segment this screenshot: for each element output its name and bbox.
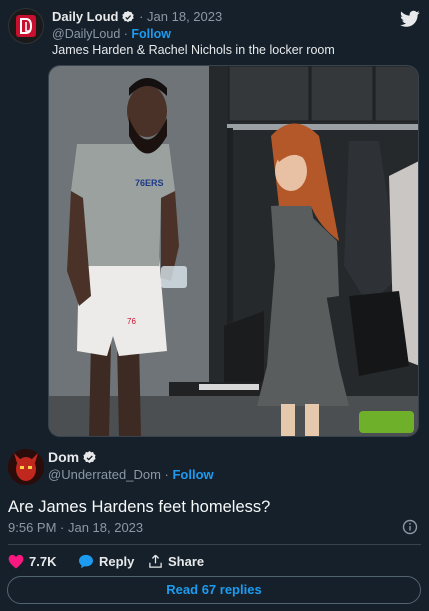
dom-avatar[interactable] xyxy=(8,449,44,485)
quoted-handle-row: @DailyLoud · Follow xyxy=(52,27,171,42)
dot-separator: · xyxy=(139,9,148,24)
reply-follow-link[interactable]: Follow xyxy=(172,467,213,482)
quoted-author-name[interactable]: Daily Loud xyxy=(52,9,118,24)
dot-separator: · xyxy=(120,27,132,41)
quoted-date[interactable]: Jan 18, 2023 xyxy=(147,9,222,24)
reply-bubble-icon xyxy=(79,554,93,568)
likes-count: 7.7K xyxy=(29,553,57,569)
info-icon[interactable] xyxy=(402,519,418,535)
reply-label: Reply xyxy=(99,553,135,569)
reply-timestamp[interactable]: 9:56 PM · Jan 18, 2023 xyxy=(8,520,143,536)
reply-handle[interactable]: @Underrated_Dom xyxy=(48,467,161,482)
share-icon xyxy=(149,554,162,568)
dom-avatar-image xyxy=(8,449,44,485)
quoted-tweet-text: James Harden & Rachel Nichols in the loc… xyxy=(52,43,335,57)
reply-tweet-text: Are James Hardens feet homeless? xyxy=(8,498,271,516)
quoted-handle[interactable]: @DailyLoud xyxy=(52,27,120,41)
share-button[interactable]: Share xyxy=(148,552,204,570)
quoted-follow-link[interactable]: Follow xyxy=(131,27,171,41)
verified-badge-icon xyxy=(83,450,96,464)
photo-illustration: 76 76ERS xyxy=(49,66,418,436)
reply-handle-row: @Underrated_Dom · Follow xyxy=(48,467,214,483)
like-button[interactable]: 7.7K xyxy=(8,552,56,570)
daily-loud-avatar[interactable] xyxy=(8,8,44,44)
quoted-header: Daily Loud · Jan 18, 2023 xyxy=(52,9,222,25)
twitter-bird-icon[interactable] xyxy=(400,10,420,28)
reply-author-name[interactable]: Dom xyxy=(48,449,79,465)
quoted-tweet: Daily Loud · Jan 18, 2023 @DailyLoud · F… xyxy=(0,0,429,440)
read-replies-button[interactable]: Read 67 replies xyxy=(7,576,421,604)
jersey-text: 76ERS xyxy=(135,178,164,188)
share-label: Share xyxy=(168,553,205,569)
verified-badge-icon xyxy=(122,10,135,23)
heart-icon xyxy=(8,554,24,568)
daily-loud-logo-icon xyxy=(16,15,36,37)
shorts-number: 76 xyxy=(127,317,136,326)
divider xyxy=(8,544,421,545)
reply-header: Dom xyxy=(48,449,97,466)
dot-separator: · xyxy=(160,467,173,482)
locker-room-photo[interactable]: 76 76ERS xyxy=(48,65,419,437)
reply-button[interactable]: Reply xyxy=(78,552,134,570)
